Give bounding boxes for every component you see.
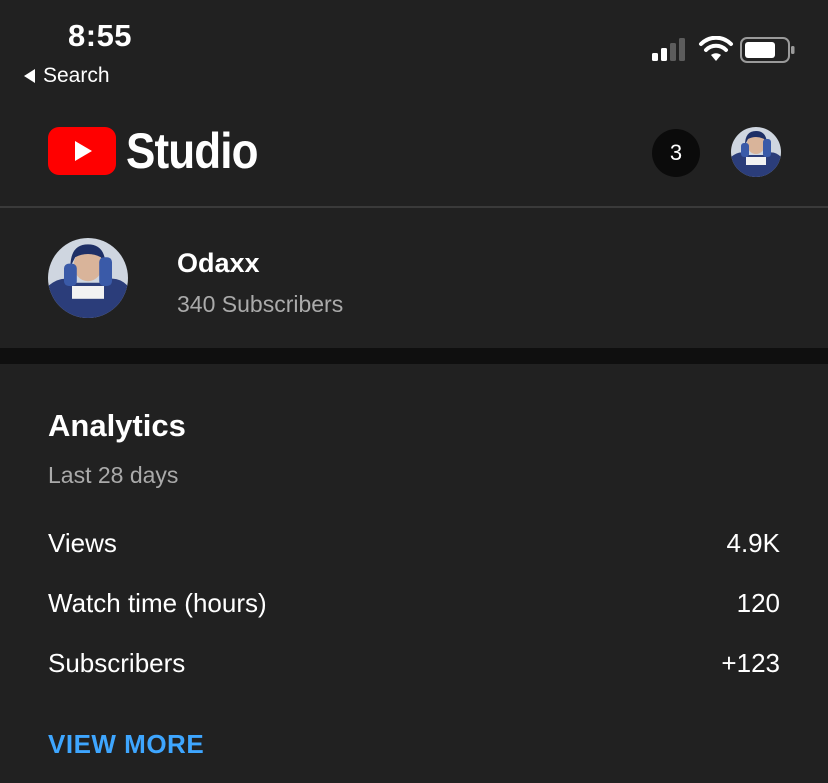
account-avatar[interactable] [731,127,781,177]
metric-value: +123 [721,647,780,678]
view-more-button[interactable]: VIEW MORE [48,729,204,760]
status-time: 8:55 [68,18,133,53]
metric-row-watch-time: Watch time (hours) 120 [48,583,780,623]
analytics-date-range: Last 28 days [48,462,179,488]
studio-logo-text: Studio [126,123,258,179]
wifi-icon [699,36,733,61]
metric-value: 4.9K [726,527,781,558]
cellular-signal-icon [652,38,685,61]
analytics-card: Analytics Last 28 days Views 4.9K Watch … [0,364,828,783]
metric-row-subscribers: Subscribers +123 [48,643,780,683]
channel-card[interactable]: Odaxx 340 Subscribers [0,208,828,348]
channel-subscriber-count: 340 Subscribers [177,291,344,317]
analytics-title: Analytics [48,408,186,443]
back-label: Search [43,64,110,87]
back-to-search-button[interactable]: Search [24,64,110,88]
metric-row-views: Views 4.9K [48,523,780,563]
studio-logo[interactable]: Studio [48,126,276,176]
battery-icon [740,37,795,63]
app-header: Studio 3 [0,100,828,208]
notification-count: 3 [669,140,683,165]
channel-avatar [48,238,128,318]
youtube-play-icon [48,127,116,175]
metric-label: Subscribers [48,647,186,678]
avatar-image [731,127,781,177]
section-divider [0,348,828,364]
metric-label: Watch time (hours) [48,587,267,618]
metric-value: 120 [736,587,780,618]
back-arrow-icon [24,69,35,83]
metric-label: Views [48,527,117,558]
status-bar: 8:55 Search [0,0,828,100]
channel-avatar-image [48,238,128,318]
notifications-button[interactable]: 3 [652,129,700,177]
channel-name: Odaxx [177,248,260,278]
